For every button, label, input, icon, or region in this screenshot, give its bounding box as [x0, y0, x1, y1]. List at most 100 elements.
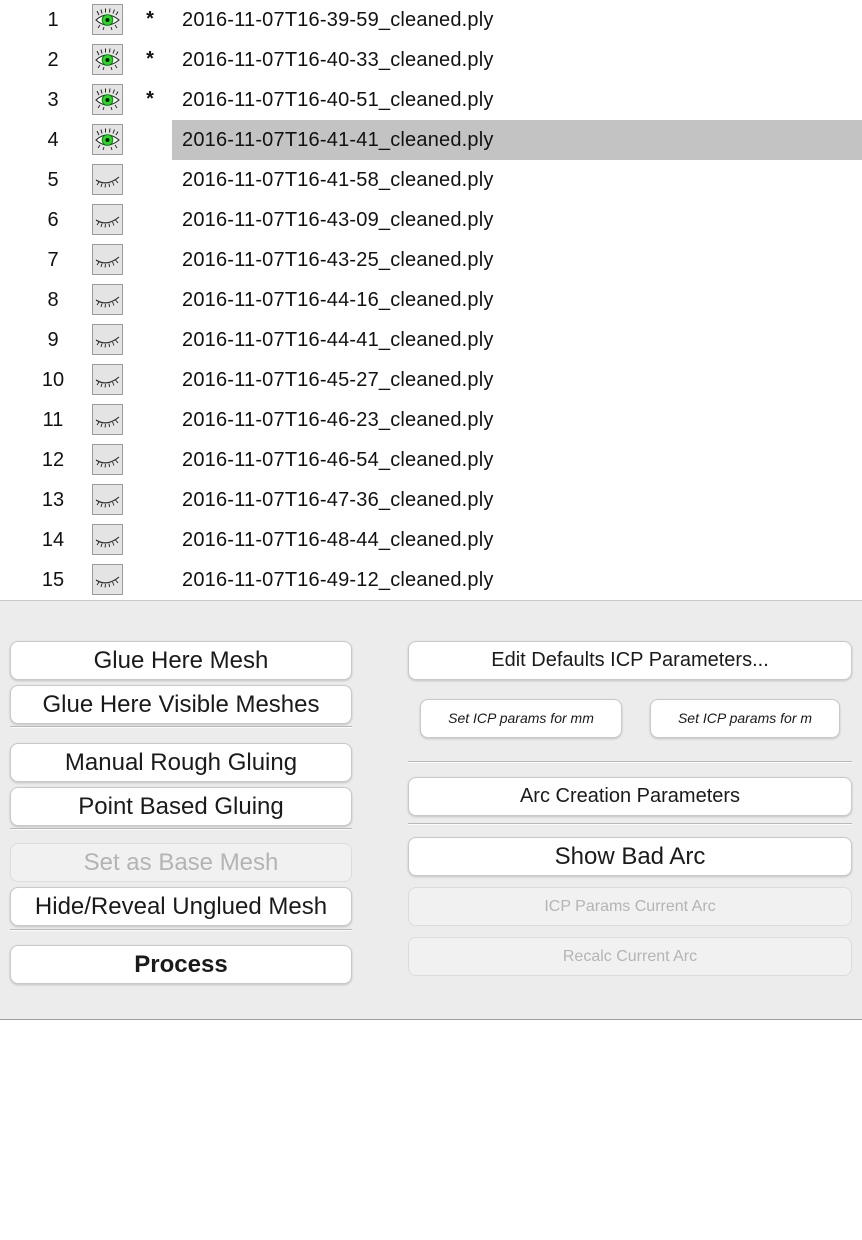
mesh-list-row[interactable]: 10 2016-11-07T16-45-27_cleaned.ply — [0, 360, 862, 400]
row-index: 4 — [47, 129, 59, 151]
glued-marker — [140, 240, 160, 280]
row-index: 14 — [41, 529, 65, 551]
glued-marker — [140, 400, 160, 440]
row-index: 7 — [47, 249, 59, 271]
filename-cell[interactable]: 2016-11-07T16-40-51_cleaned.ply — [172, 80, 862, 120]
mesh-filename: 2016-11-07T16-43-25_cleaned.ply — [182, 249, 494, 271]
filename-cell[interactable]: 2016-11-07T16-44-41_cleaned.ply — [172, 320, 862, 360]
row-index: 5 — [47, 169, 59, 191]
mesh-list: 1 * 2016-11-07T16-39-59_cleaned.ply 2 * 2016-… — [0, 0, 862, 600]
edit-defaults-icp-parameters-button[interactable]: Edit Defaults ICP Parameters... — [408, 641, 852, 680]
mesh-list-row[interactable]: 5 2016-11-07T16-41-58_cleaned.ply — [0, 160, 862, 200]
mesh-list-row[interactable]: 7 2016-11-07T16-43-25_cleaned.ply — [0, 240, 862, 280]
row-index: 13 — [41, 489, 65, 511]
filename-cell[interactable]: 2016-11-07T16-40-33_cleaned.ply — [172, 40, 862, 80]
filename-cell[interactable]: 2016-11-07T16-48-44_cleaned.ply — [172, 520, 862, 560]
filename-cell[interactable]: 2016-11-07T16-47-36_cleaned.ply — [172, 480, 862, 520]
eye-closed-icon[interactable] — [92, 484, 123, 515]
mesh-filename: 2016-11-07T16-40-51_cleaned.ply — [182, 89, 494, 111]
arc-creation-parameters-button[interactable]: Arc Creation Parameters — [408, 777, 852, 816]
row-index: 6 — [47, 209, 59, 231]
filename-cell[interactable]: 2016-11-07T16-43-25_cleaned.ply — [172, 240, 862, 280]
set-as-base-mesh-button[interactable]: Set as Base Mesh — [10, 843, 352, 882]
row-index: 8 — [47, 289, 59, 311]
mesh-list-row[interactable]: 12 2016-11-07T16-46-54_cleaned.ply — [0, 440, 862, 480]
glue-here-mesh-button[interactable]: Glue Here Mesh — [10, 641, 352, 680]
filename-cell[interactable]: 2016-11-07T16-46-54_cleaned.ply — [172, 440, 862, 480]
right-divider-2 — [408, 823, 852, 825]
filename-cell[interactable]: 2016-11-07T16-41-41_cleaned.ply — [172, 120, 862, 160]
mesh-list-row[interactable]: 13 2016-11-07T16-47-36_cleaned.ply — [0, 480, 862, 520]
mesh-list-row[interactable]: 3 * 2016-11-07T16-40-51_cleaned.ply — [0, 80, 862, 120]
mesh-list-row[interactable]: 6 2016-11-07T16-43-09_cleaned.ply — [0, 200, 862, 240]
manual-rough-gluing-button[interactable]: Manual Rough Gluing — [10, 743, 352, 782]
recalc-current-arc-button[interactable]: Recalc Current Arc — [408, 937, 852, 976]
empty-area — [0, 1021, 862, 1240]
glued-marker — [140, 160, 160, 200]
point-based-gluing-button[interactable]: Point Based Gluing — [10, 787, 352, 826]
left-divider-3 — [10, 929, 352, 931]
mesh-filename: 2016-11-07T16-40-33_cleaned.ply — [182, 49, 494, 71]
mesh-filename: 2016-11-07T16-43-09_cleaned.ply — [182, 209, 494, 231]
row-index: 12 — [41, 449, 65, 471]
filename-cell[interactable]: 2016-11-07T16-43-09_cleaned.ply — [172, 200, 862, 240]
glued-marker — [140, 200, 160, 240]
mesh-filename: 2016-11-07T16-39-59_cleaned.ply — [182, 9, 494, 31]
mesh-filename: 2016-11-07T16-44-41_cleaned.ply — [182, 329, 494, 351]
eye-closed-icon[interactable] — [92, 164, 123, 195]
right-divider-1 — [408, 761, 852, 763]
glued-marker — [140, 280, 160, 320]
glued-marker — [140, 560, 160, 600]
mesh-list-row[interactable]: 1 * 2016-11-07T16-39-59_cleaned.ply — [0, 0, 862, 40]
mesh-list-row[interactable]: 2 * 2016-11-07T16-40-33_cleaned.ply — [0, 40, 862, 80]
show-bad-arc-button[interactable]: Show Bad Arc — [408, 837, 852, 876]
glued-marker — [140, 120, 160, 160]
mesh-list-row[interactable]: 4 2016-11-07T16-41-41_cleaned.ply — [0, 120, 862, 160]
eye-closed-icon[interactable] — [92, 404, 123, 435]
eye-closed-icon[interactable] — [92, 324, 123, 355]
mesh-filename: 2016-11-07T16-47-36_cleaned.ply — [182, 489, 494, 511]
hide-reveal-unglued-mesh-button[interactable]: Hide/Reveal Unglued Mesh — [10, 887, 352, 926]
filename-cell[interactable]: 2016-11-07T16-46-23_cleaned.ply — [172, 400, 862, 440]
mesh-list-row[interactable]: 9 2016-11-07T16-44-41_cleaned.ply — [0, 320, 862, 360]
mesh-filename: 2016-11-07T16-46-23_cleaned.ply — [182, 409, 494, 431]
process-button[interactable]: Process — [10, 945, 352, 984]
eye-open-icon[interactable] — [92, 44, 123, 75]
row-index: 3 — [47, 89, 59, 111]
filename-cell[interactable]: 2016-11-07T16-39-59_cleaned.ply — [172, 0, 862, 40]
mesh-filename: 2016-11-07T16-41-58_cleaned.ply — [182, 169, 494, 191]
row-index: 1 — [47, 9, 59, 31]
filename-cell[interactable]: 2016-11-07T16-45-27_cleaned.ply — [172, 360, 862, 400]
mesh-list-row[interactable]: 11 2016-11-07T16-46-23_cleaned.ply — [0, 400, 862, 440]
eye-closed-icon[interactable] — [92, 204, 123, 235]
mesh-list-row[interactable]: 8 2016-11-07T16-44-16_cleaned.ply — [0, 280, 862, 320]
filename-cell[interactable]: 2016-11-07T16-41-58_cleaned.ply — [172, 160, 862, 200]
mesh-filename: 2016-11-07T16-41-41_cleaned.ply — [182, 129, 494, 151]
eye-closed-icon[interactable] — [92, 444, 123, 475]
filename-cell[interactable]: 2016-11-07T16-44-16_cleaned.ply — [172, 280, 862, 320]
set-icp-params-mm-button[interactable]: Set ICP params for mm — [420, 699, 622, 738]
glued-marker — [140, 480, 160, 520]
icp-params-current-arc-button[interactable]: ICP Params Current Arc — [408, 887, 852, 926]
eye-closed-icon[interactable] — [92, 284, 123, 315]
eye-closed-icon[interactable] — [92, 524, 123, 555]
eye-open-icon[interactable] — [92, 4, 123, 35]
mesh-filename: 2016-11-07T16-45-27_cleaned.ply — [182, 369, 494, 391]
left-divider-2 — [10, 828, 352, 830]
eye-open-icon[interactable] — [92, 84, 123, 115]
set-icp-params-m-button[interactable]: Set ICP params for m — [650, 699, 840, 738]
mesh-list-row[interactable]: 14 2016-11-07T16-48-44_cleaned.ply — [0, 520, 862, 560]
eye-closed-icon[interactable] — [92, 364, 123, 395]
mesh-filename: 2016-11-07T16-49-12_cleaned.ply — [182, 569, 494, 591]
alignment-tool-panel: Glue Here Mesh Glue Here Visible Meshes … — [0, 600, 862, 1020]
glued-marker: * — [146, 8, 154, 30]
row-index: 11 — [42, 409, 64, 431]
eye-closed-icon[interactable] — [92, 244, 123, 275]
glue-here-visible-meshes-button[interactable]: Glue Here Visible Meshes — [10, 685, 352, 724]
filename-cell[interactable]: 2016-11-07T16-49-12_cleaned.ply — [172, 560, 862, 600]
eye-open-icon[interactable] — [92, 124, 123, 155]
mesh-list-row[interactable]: 15 2016-11-07T16-49-12_cleaned.ply — [0, 560, 862, 600]
glued-marker — [140, 440, 160, 480]
eye-closed-icon[interactable] — [92, 564, 123, 595]
glued-marker: * — [146, 88, 154, 110]
